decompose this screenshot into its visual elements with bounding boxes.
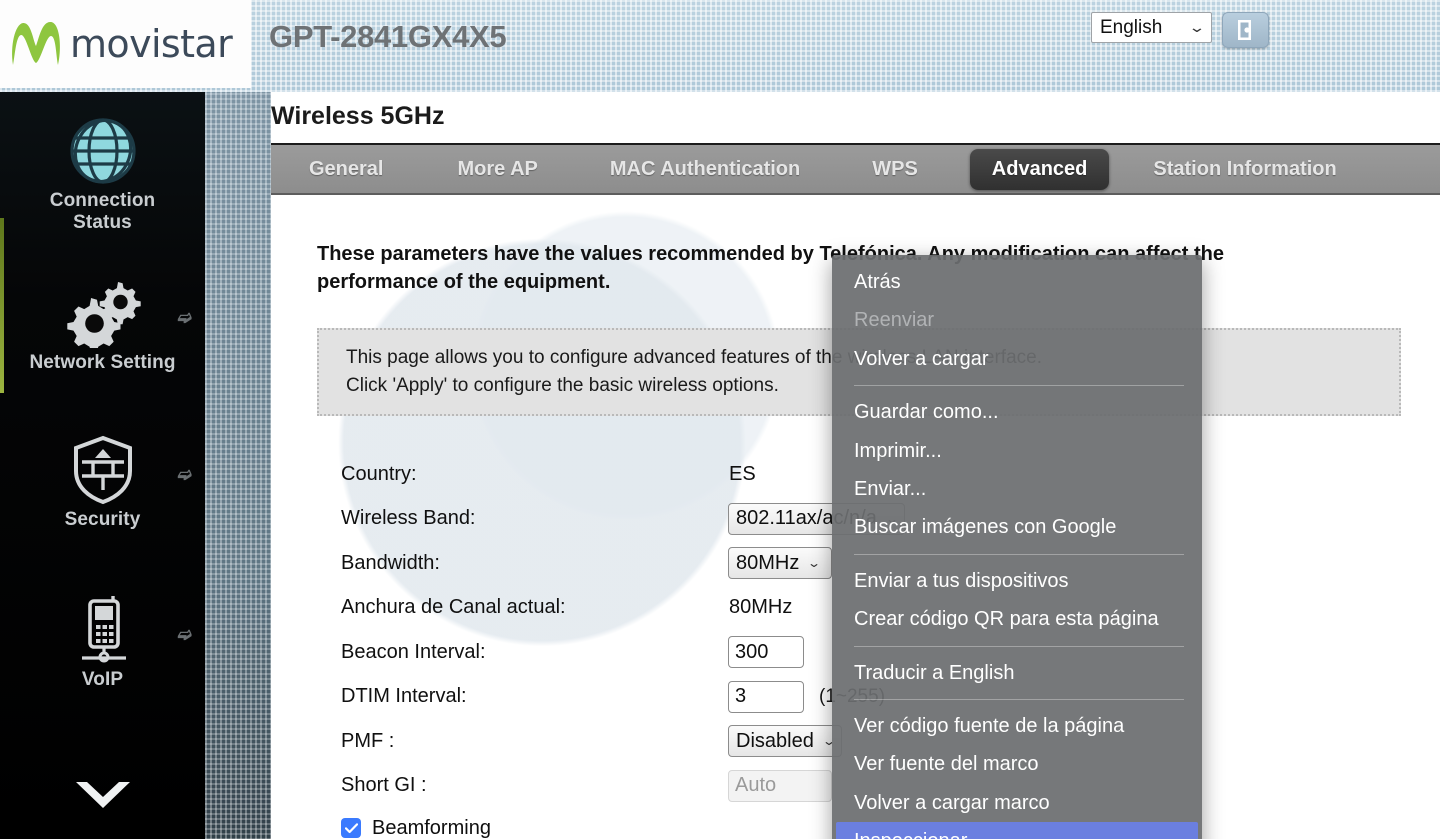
context-menu-separator bbox=[854, 553, 1184, 555]
brand-name: movistar bbox=[70, 22, 233, 66]
input-beacon-interval[interactable]: 300 bbox=[728, 636, 804, 669]
sidebar-label-connection-status: Connection Status bbox=[49, 190, 156, 234]
sidebar-item-voip[interactable]: VoIP ➫ bbox=[0, 593, 205, 691]
browser-context-menu: Atrás Reenviar Volver a cargar Guardar c… bbox=[832, 255, 1202, 839]
label-wireless-band: Wireless Band: bbox=[341, 507, 476, 530]
label-dtim-interval: DTIM Interval: bbox=[341, 685, 467, 708]
sidebar-item-network-setting[interactable]: Network Setting ➫ bbox=[0, 276, 205, 374]
label-beamforming: Beamforming bbox=[372, 816, 491, 839]
select-bandwidth-value: 80MHz bbox=[736, 551, 800, 574]
label-pmf: PMF : bbox=[341, 729, 395, 752]
sidebar-item-connection-status[interactable]: Connection Status bbox=[0, 114, 205, 235]
sidebar-divider-strip bbox=[205, 88, 271, 839]
brand-logo: movistar bbox=[0, 0, 251, 88]
gears-icon bbox=[0, 276, 205, 350]
language-select[interactable]: English ⌄ bbox=[1091, 12, 1212, 43]
tab-more-ap[interactable]: More AP bbox=[435, 149, 559, 190]
value-country: ES bbox=[729, 462, 756, 485]
logout-button[interactable] bbox=[1222, 12, 1269, 48]
context-menu-item-view-source[interactable]: Ver código fuente de la página bbox=[832, 707, 1202, 745]
tab-bar: General More AP MAC Authentication WPS A… bbox=[271, 143, 1440, 195]
context-menu-item-back[interactable]: Atrás bbox=[832, 263, 1202, 301]
globe-icon bbox=[0, 114, 205, 188]
context-menu-item-send[interactable]: Enviar... bbox=[832, 470, 1202, 508]
label-country: Country: bbox=[341, 462, 417, 485]
context-menu-separator bbox=[854, 698, 1184, 700]
context-menu-item-reload-frame[interactable]: Volver a cargar marco bbox=[832, 784, 1202, 822]
tab-station-information[interactable]: Station Information bbox=[1131, 149, 1358, 190]
context-menu-item-translate[interactable]: Traducir a English bbox=[832, 654, 1202, 692]
sidebar-nav: Connection Status Network Setting ➫ Secu… bbox=[0, 88, 205, 839]
tab-advanced[interactable]: Advanced bbox=[969, 148, 1110, 190]
router-admin-page: movistar GPT-2841GX4X5 English ⌄ Connect… bbox=[0, 0, 1440, 839]
context-menu-separator bbox=[854, 645, 1184, 647]
context-menu-item-print[interactable]: Imprimir... bbox=[832, 432, 1202, 470]
context-menu-separator bbox=[854, 385, 1184, 387]
sidebar-label-voip: VoIP bbox=[81, 669, 124, 690]
sidebar-item-security[interactable]: Security ➫ bbox=[0, 433, 205, 531]
tab-mac-authentication[interactable]: MAC Authentication bbox=[588, 149, 822, 190]
sidebar-scroll-down[interactable] bbox=[0, 778, 205, 812]
label-beacon-interval: Beacon Interval: bbox=[341, 640, 486, 663]
context-menu-item-inspect[interactable]: Inspeccionar bbox=[836, 822, 1198, 839]
chevron-down-icon: ⌄ bbox=[807, 556, 822, 571]
chevron-right-icon: ➫ bbox=[177, 625, 192, 644]
device-model: GPT-2841GX4X5 bbox=[269, 19, 507, 54]
context-menu-item-create-qr[interactable]: Crear código QR para esta página bbox=[832, 600, 1202, 638]
page-title: Wireless 5GHz bbox=[271, 102, 445, 130]
checkbox-beamforming[interactable] bbox=[341, 818, 361, 838]
tab-wps[interactable]: WPS bbox=[850, 149, 940, 190]
context-menu-item-forward: Reenviar bbox=[854, 309, 935, 332]
page-header: movistar GPT-2841GX4X5 English ⌄ bbox=[0, 0, 1440, 92]
check-icon bbox=[344, 822, 358, 833]
context-menu-item-google-images[interactable]: Buscar imágenes con Google bbox=[832, 508, 1202, 546]
context-menu-item-reload[interactable]: Volver a cargar bbox=[832, 340, 1202, 378]
tab-general[interactable]: General bbox=[287, 149, 405, 190]
select-pmf[interactable]: Disabled ⌄ bbox=[728, 725, 842, 758]
chevron-down-icon bbox=[75, 782, 130, 808]
sidebar-label-security: Security bbox=[64, 509, 141, 530]
context-menu-item-frame-source[interactable]: Ver fuente del marco bbox=[832, 745, 1202, 783]
select-pmf-value: Disabled bbox=[736, 729, 814, 752]
value-current-channel-width: 80MHz bbox=[729, 596, 793, 619]
label-bandwidth: Bandwidth: bbox=[341, 551, 440, 574]
language-value: English bbox=[1100, 16, 1163, 38]
chevron-right-icon: ➫ bbox=[177, 465, 192, 484]
chevron-down-icon: ⌄ bbox=[1188, 19, 1206, 35]
context-menu-item-send-devices[interactable]: Enviar a tus dispositivos bbox=[832, 562, 1202, 600]
context-menu-item-save-as[interactable]: Guardar como... bbox=[832, 393, 1202, 431]
select-short-gi: Auto bbox=[728, 769, 832, 802]
select-bandwidth[interactable]: 80MHz ⌄ bbox=[728, 547, 832, 580]
chevron-right-icon: ➫ bbox=[177, 308, 192, 327]
sidebar-label-network-setting: Network Setting bbox=[29, 352, 176, 373]
input-dtim-interval[interactable]: 3 bbox=[728, 680, 804, 713]
movistar-m-icon bbox=[12, 21, 60, 66]
shield-icon bbox=[0, 433, 205, 507]
phone-icon bbox=[0, 593, 205, 667]
exit-door-icon bbox=[1237, 20, 1251, 40]
label-short-gi: Short GI : bbox=[341, 774, 427, 797]
label-current-channel-width: Anchura de Canal actual: bbox=[341, 596, 566, 619]
